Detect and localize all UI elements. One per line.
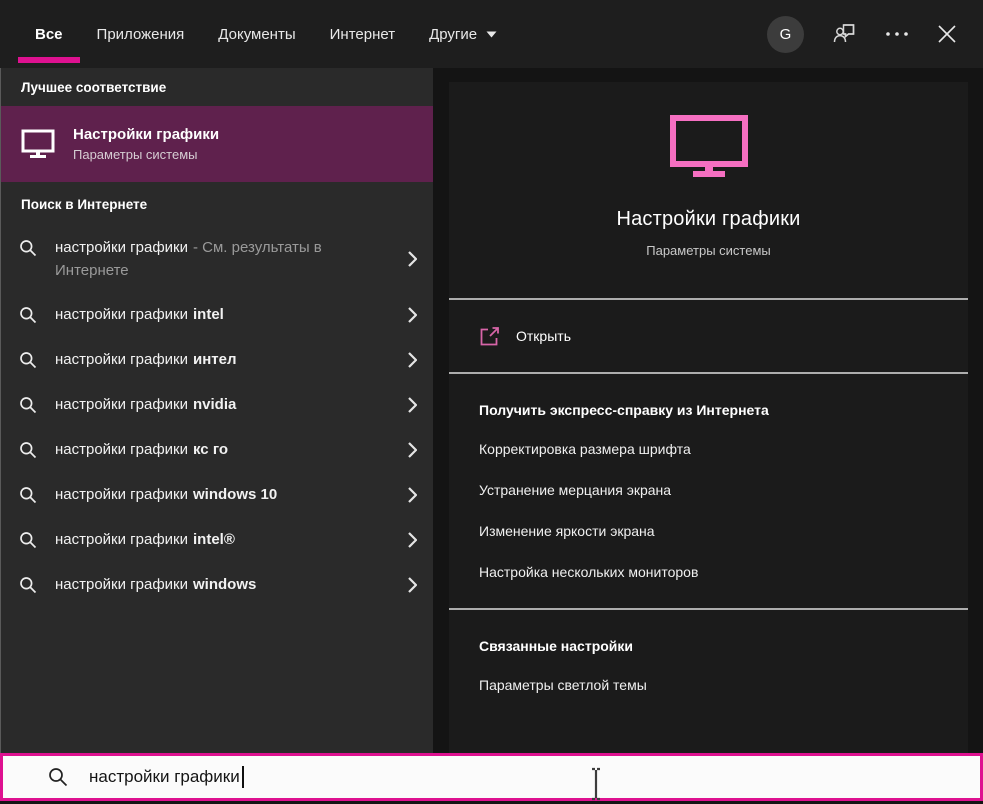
quick-help-link[interactable]: Изменение яркости экрана [479, 522, 655, 541]
web-suggestion[interactable]: настройки графикиintel® [1, 517, 433, 562]
search-filter-tabs: Все Приложения Документы Интернет Другие [18, 0, 514, 68]
suggestion-text: настройки графики- См. результаты в Инте… [55, 236, 350, 282]
best-match-title: Настройки графики [73, 126, 219, 143]
avatar[interactable]: G [767, 16, 804, 53]
suggestion-text: настройки графикиintel [55, 303, 224, 326]
tab-web-label: Интернет [330, 26, 395, 43]
avatar-initial: G [780, 26, 792, 43]
search-icon [19, 239, 37, 257]
web-suggestion[interactable]: настройки графикиwindows [1, 562, 433, 607]
open-action-label: Открыть [516, 328, 571, 344]
chevron-right-icon[interactable] [408, 532, 417, 548]
chevron-right-icon[interactable] [408, 307, 417, 323]
chevron-right-icon[interactable] [408, 352, 417, 368]
search-icon [19, 306, 37, 324]
web-suggestion[interactable]: настройки графикиwindows 10 [1, 472, 433, 517]
search-icon [19, 396, 37, 414]
quick-help-link[interactable]: Корректировка размера шрифта [479, 440, 691, 459]
preview-hero: Настройки графики Параметры системы [449, 82, 968, 298]
suggestion-text: настройки графикиwindows [55, 573, 256, 596]
topbar-actions: G [767, 0, 957, 68]
results-list: Лучшее соответствие Настройки графики Па… [1, 68, 433, 753]
suggestion-text: настройки графикиintel® [55, 528, 235, 551]
monitor-icon [669, 114, 749, 178]
chevron-down-icon [486, 31, 497, 38]
best-match-header: Лучшее соответствие [1, 68, 433, 106]
ibeam-mouse-cursor [588, 767, 604, 801]
chevron-right-icon[interactable] [408, 442, 417, 458]
suggestion-text: настройки графикиwindows 10 [55, 483, 277, 506]
more-icon[interactable] [884, 30, 910, 38]
tab-more[interactable]: Другие [412, 0, 514, 68]
search-input[interactable]: настройки графики [0, 753, 983, 801]
preview-area: Настройки графики Параметры системы Откр… [433, 68, 983, 753]
search-query-text: настройки графики [89, 767, 240, 787]
related-settings-link[interactable]: Параметры светлой темы [479, 676, 647, 695]
topbar: Все Приложения Документы Интернет Другие… [0, 0, 983, 68]
web-suggestion[interactable]: настройки графикиинтел [1, 337, 433, 382]
suggestion-text: настройки графикиnvidia [55, 393, 236, 416]
search-icon [19, 576, 37, 594]
close-icon[interactable] [937, 24, 957, 44]
web-suggestion[interactable]: настройки графикикс го [1, 427, 433, 472]
open-action[interactable]: Открыть [449, 300, 968, 372]
search-icon [48, 767, 68, 787]
quick-help-section: Получить экспресс-справку из Интернета К… [449, 374, 968, 608]
quick-help-header: Получить экспресс-справку из Интернета [479, 402, 938, 418]
chevron-right-icon[interactable] [408, 487, 417, 503]
tab-documents-label: Документы [218, 26, 295, 43]
preview-subtitle: Параметры системы [449, 243, 968, 258]
related-settings-header: Связанные настройки [479, 638, 938, 654]
search-icon [19, 351, 37, 369]
suggestion-text: настройки графикиинтел [55, 348, 237, 371]
tab-web[interactable]: Интернет [313, 0, 412, 68]
search-results-body: Лучшее соответствие Настройки графики Па… [0, 68, 983, 753]
web-suggestion[interactable]: настройки графикиnvidia [1, 382, 433, 427]
web-suggestion-main[interactable]: настройки графики- См. результаты в Инте… [1, 226, 433, 292]
text-caret [242, 766, 244, 788]
open-external-icon [479, 326, 500, 347]
suggestion-text: настройки графикикс го [55, 438, 228, 461]
quick-help-link[interactable]: Настройка нескольких мониторов [479, 563, 698, 582]
search-icon [19, 531, 37, 549]
search-flyout: Все Приложения Документы Интернет Другие… [0, 0, 983, 804]
tab-more-label: Другие [429, 26, 477, 43]
web-search-header: Поиск в Интернете [1, 182, 433, 226]
best-match-subtitle: Параметры системы [73, 147, 219, 162]
chevron-right-icon[interactable] [408, 397, 417, 413]
tab-documents[interactable]: Документы [201, 0, 312, 68]
chevron-right-icon[interactable] [408, 251, 417, 267]
search-icon [19, 441, 37, 459]
related-settings-section: Связанные настройки Параметры светлой те… [449, 610, 968, 721]
preview-panel: Настройки графики Параметры системы Откр… [449, 82, 968, 753]
monitor-icon [21, 129, 55, 160]
active-tab-underline [18, 57, 80, 63]
chevron-right-icon[interactable] [408, 577, 417, 593]
preview-title: Настройки графики [449, 208, 968, 231]
search-icon [19, 486, 37, 504]
quick-help-link[interactable]: Устранение мерцания экрана [479, 481, 671, 500]
best-match-text: Настройки графики Параметры системы [73, 126, 219, 162]
tab-apps-label: Приложения [97, 26, 185, 43]
tab-apps[interactable]: Приложения [80, 0, 202, 68]
tab-all[interactable]: Все [18, 0, 80, 68]
tab-all-label: Все [35, 26, 63, 43]
best-match-result[interactable]: Настройки графики Параметры системы [1, 106, 433, 182]
web-suggestion[interactable]: настройки графикиintel [1, 292, 433, 337]
feedback-icon[interactable] [831, 21, 857, 47]
